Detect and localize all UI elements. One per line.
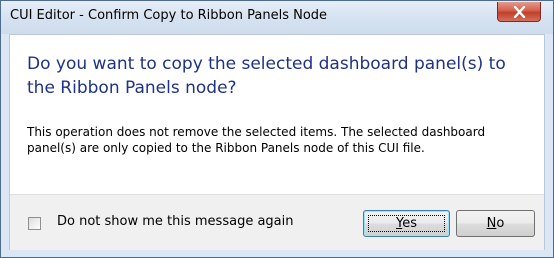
window-title: CUI Editor - Confirm Copy to Ribbon Pane…	[10, 8, 328, 23]
focus-rectangle	[368, 215, 445, 232]
yes-button[interactable]: Yes	[363, 210, 450, 237]
dont-show-again-checkbox[interactable]	[28, 217, 41, 230]
dialog-footer: Do not show me this message again Yes No	[10, 194, 544, 250]
dialog-client-area: Do you want to copy the selected dashboa…	[9, 34, 545, 250]
close-icon	[513, 6, 526, 18]
confirm-dialog-window: CUI Editor - Confirm Copy to Ribbon Pane…	[0, 0, 554, 258]
content-text: This operation does not remove the selec…	[27, 125, 486, 155]
main-instruction: Do you want to copy the selected dashboa…	[27, 54, 506, 98]
dont-show-again-label[interactable]: Do not show me this message again	[57, 214, 294, 229]
close-button[interactable]	[497, 2, 541, 22]
no-button[interactable]: No	[456, 210, 535, 237]
no-label-rest: o	[496, 216, 505, 231]
title-bar[interactable]: CUI Editor - Confirm Copy to Ribbon Pane…	[1, 1, 553, 34]
no-access-key: N	[486, 216, 497, 231]
